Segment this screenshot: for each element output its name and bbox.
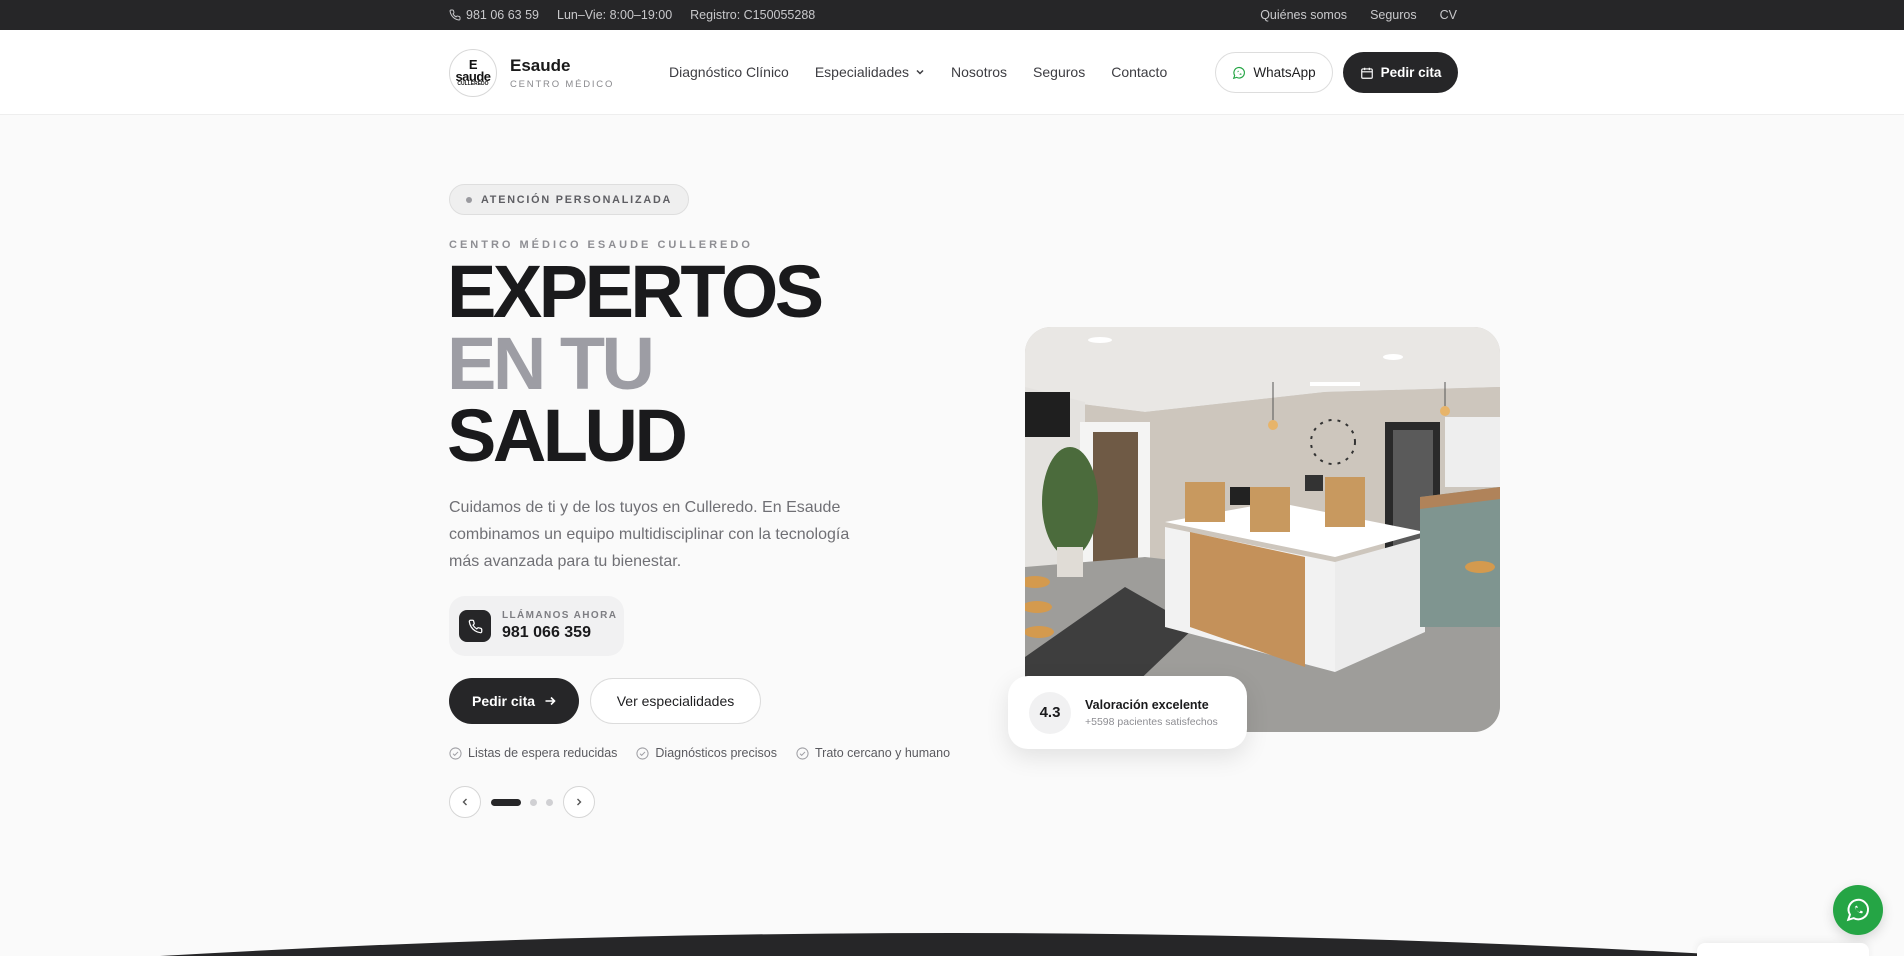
- top-phone[interactable]: 981 06 63 59: [449, 8, 539, 22]
- logo[interactable]: Esaude CULLEREDO Esaude CENTRO MÉDICO: [449, 49, 614, 97]
- rating-subtitle: +5598 pacientes satisfechos: [1085, 715, 1218, 728]
- chevron-left-icon: [462, 798, 467, 806]
- badge-dot: [466, 196, 472, 203]
- top-link-cv[interactable]: CV: [1440, 8, 1457, 22]
- call-card-label: LLÁMANOS AHORA: [502, 610, 618, 621]
- whatsapp-icon: [1846, 898, 1869, 922]
- feature-item: Listas de espera reducidas: [449, 746, 617, 760]
- top-bar: 981 06 63 59 Lun–Vie: 8:00–19:00 Registr…: [0, 0, 1904, 30]
- top-registry: Registro: C150055288: [690, 8, 816, 22]
- hero-title-line2: EN TU: [447, 322, 655, 405]
- hero-photo-reception: [1025, 327, 1500, 732]
- feature-label: Trato cercano y humano: [815, 746, 951, 760]
- hero-badge-label: ATENCIÓN PERSONALIZADA: [481, 193, 673, 206]
- whatsapp-button-label: WhatsApp: [1253, 65, 1316, 80]
- phone-icon: [468, 619, 482, 633]
- pedir-cita-hero-button[interactable]: Pedir cita: [449, 678, 579, 724]
- chevron-right-icon: [577, 798, 582, 806]
- hero-badge: ATENCIÓN PERSONALIZADA: [449, 184, 690, 215]
- arrow-right-icon: [545, 696, 556, 706]
- chevron-down-icon: [916, 69, 924, 75]
- top-phone-number: 981 06 63 59: [466, 8, 539, 22]
- pedir-cita-header-label: Pedir cita: [1380, 65, 1442, 80]
- rating-title: Valoración excelente: [1085, 697, 1209, 712]
- hero-description: Cuidamos de ti y de los tuyos en Cullere…: [449, 499, 850, 570]
- feature-label: Diagnósticos precisos: [655, 746, 777, 760]
- hero-features: Listas de espera reducidas Diagnósticos …: [449, 746, 950, 760]
- hero-title-line1: EXPERTOS: [447, 250, 824, 333]
- bottom-floating-card: [1697, 943, 1869, 956]
- slider-dots: [491, 798, 553, 806]
- slider-dot[interactable]: [530, 798, 537, 806]
- pedir-cita-hero-label: Pedir cita: [471, 693, 536, 709]
- whatsapp-icon: [1233, 66, 1246, 79]
- feature-label: Listas de espera reducidas: [468, 746, 618, 760]
- pedir-cita-header-button[interactable]: Pedir cita: [1343, 52, 1458, 93]
- nav-contacto[interactable]: Contacto: [1111, 64, 1167, 80]
- logo-mark: Esaude CULLEREDO: [449, 49, 497, 97]
- check-circle-icon: [449, 746, 462, 760]
- feature-item: Diagnósticos precisos: [636, 746, 777, 760]
- call-card-number: 981 066 359: [502, 624, 591, 641]
- logo-name: Esaude: [510, 56, 571, 75]
- nav-diagnostico-clinico[interactable]: Diagnóstico Clínico: [669, 64, 789, 80]
- top-link-seguros[interactable]: Seguros: [1370, 8, 1417, 22]
- rating-card: 4.3 Valoración excelente +5598 pacientes…: [1008, 676, 1247, 749]
- check-circle-icon: [796, 746, 809, 760]
- check-circle-icon: [636, 746, 649, 760]
- slider-dot-active[interactable]: [491, 798, 521, 806]
- phone-icon: [449, 9, 461, 21]
- nav-nosotros[interactable]: Nosotros: [951, 64, 1007, 80]
- ver-especialidades-button[interactable]: Ver especialidades: [590, 678, 761, 724]
- call-card[interactable]: LLÁMANOS AHORA 981 066 359: [449, 596, 624, 656]
- feature-item: Trato cercano y humano: [796, 746, 950, 760]
- site-header: Esaude CULLEREDO Esaude CENTRO MÉDICO Dia…: [0, 30, 1904, 115]
- nav-seguros[interactable]: Seguros: [1033, 64, 1085, 80]
- slider-prev-button[interactable]: [449, 786, 481, 818]
- top-hours: Lun–Vie: 8:00–19:00: [557, 8, 673, 22]
- logo-subtitle: CENTRO MÉDICO: [510, 79, 615, 90]
- hero-title: EXPERTOS EN TU SALUD: [447, 250, 824, 477]
- rating-score: 4.3: [1029, 691, 1071, 734]
- calendar-icon: [1360, 67, 1373, 79]
- top-link-quienes-somos[interactable]: Quiénes somos: [1260, 8, 1347, 22]
- nav-especialidades[interactable]: Especialidades: [815, 64, 925, 80]
- whatsapp-button[interactable]: WhatsApp: [1215, 52, 1333, 93]
- slider-dot[interactable]: [546, 798, 553, 806]
- hero-title-line3: SALUD: [447, 394, 688, 477]
- nav-especialidades-label: Especialidades: [814, 64, 910, 80]
- main-nav: Diagnóstico Clínico Especialidades Nosot…: [669, 64, 1167, 80]
- next-section-arc: [160, 933, 1744, 956]
- slider-next-button[interactable]: [563, 786, 595, 818]
- slider-controls: [449, 786, 595, 818]
- call-card-icon-box: [459, 610, 491, 642]
